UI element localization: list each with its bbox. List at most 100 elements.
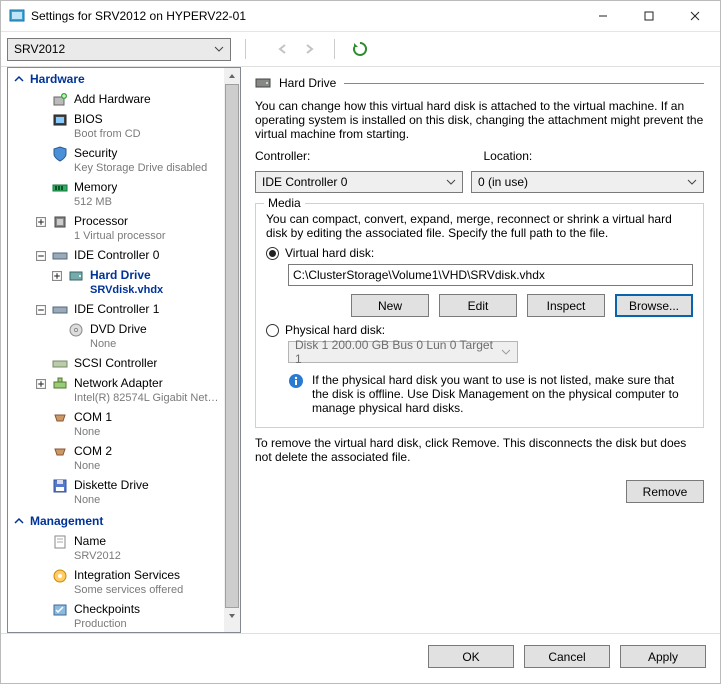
tree-sublabel: SRVdisk.vhdx: [90, 283, 163, 298]
tree-label: COM 1: [74, 410, 112, 425]
window-title: Settings for SRV2012 on HYPERV22-01: [31, 9, 246, 23]
controller-select[interactable]: IDE Controller 0: [255, 171, 463, 193]
nav-forward-button[interactable]: [298, 38, 320, 60]
tree-com1[interactable]: COM 1None: [8, 408, 224, 442]
tree-label: Diskette Drive: [74, 478, 149, 493]
checkpoints-icon: [52, 602, 68, 618]
collapse-icon[interactable]: [36, 302, 46, 317]
physical-disk-info: If the physical hard disk you want to us…: [312, 373, 693, 415]
tree-sublabel: Intel(R) 82574L Gigabit Networ...: [74, 391, 224, 406]
expand-icon[interactable]: [36, 214, 46, 229]
settings-tree: Hardware Add Hardware BIOSBoot from CD S…: [7, 67, 241, 633]
controller-icon: [52, 248, 68, 264]
settings-panel: Hard Drive You can change how this virtu…: [241, 67, 714, 633]
tree-label: Memory: [74, 180, 117, 195]
location-select[interactable]: 0 (in use): [471, 171, 704, 193]
bios-icon: [52, 112, 68, 128]
controller-label: Controller:: [255, 149, 476, 163]
tree-sublabel: Key Storage Drive disabled: [74, 161, 207, 176]
media-legend: Media: [264, 196, 305, 210]
tree-label: Processor: [74, 214, 166, 229]
add-hardware-icon: [52, 92, 68, 108]
dialog-footer: OK Cancel Apply: [1, 633, 720, 679]
panel-description: You can change how this virtual hard dis…: [255, 99, 704, 141]
tree-name[interactable]: NameSRV2012: [8, 532, 224, 566]
tree-scsi[interactable]: SCSI Controller: [8, 354, 224, 374]
tree-sublabel: Boot from CD: [74, 127, 141, 142]
integration-icon: [52, 568, 68, 584]
expand-icon[interactable]: [36, 376, 46, 391]
titlebar: Settings for SRV2012 on HYPERV22-01: [1, 1, 720, 31]
separator: [334, 39, 335, 59]
media-description: You can compact, convert, expand, merge,…: [266, 212, 693, 240]
processor-icon: [52, 214, 68, 230]
tree-hard-drive[interactable]: Hard DriveSRVdisk.vhdx: [8, 266, 224, 300]
hard-drive-icon: [68, 268, 84, 284]
cancel-button[interactable]: Cancel: [524, 645, 610, 668]
scroll-up-icon[interactable]: [224, 68, 240, 84]
expand-icon[interactable]: [52, 268, 62, 283]
chevron-down-icon: [501, 347, 511, 357]
tree-scrollbar[interactable]: [224, 68, 240, 632]
nav-back-button[interactable]: [272, 38, 294, 60]
tree-sublabel: None: [74, 425, 112, 440]
ok-button[interactable]: OK: [428, 645, 514, 668]
controller-value: IDE Controller 0: [262, 175, 347, 189]
chevron-down-icon: [214, 44, 224, 54]
tree-label: Add Hardware: [74, 92, 151, 107]
scsi-icon: [52, 356, 68, 372]
inspect-button[interactable]: Inspect: [527, 294, 605, 317]
refresh-button[interactable]: [349, 38, 371, 60]
tree-diskette[interactable]: Diskette DriveNone: [8, 476, 224, 510]
radio-icon: [266, 324, 279, 337]
tree-bios[interactable]: BIOSBoot from CD: [8, 110, 224, 144]
location-label: Location:: [484, 149, 705, 163]
category-management[interactable]: Management: [8, 510, 224, 532]
dvd-icon: [68, 322, 84, 338]
tree-ide0[interactable]: IDE Controller 0: [8, 246, 224, 266]
browse-button[interactable]: Browse...: [615, 294, 693, 317]
toolbar: SRV2012: [1, 32, 720, 66]
collapse-icon[interactable]: [36, 248, 46, 263]
panel-title: Hard Drive: [279, 76, 336, 90]
shield-icon: [52, 146, 68, 162]
tree-sublabel: Some services offered: [74, 583, 183, 598]
tree-dvd-drive[interactable]: DVD DriveNone: [8, 320, 224, 354]
vhd-path-input[interactable]: [288, 264, 693, 286]
new-button[interactable]: New: [351, 294, 429, 317]
vm-selector[interactable]: SRV2012: [7, 38, 231, 61]
radio-label: Virtual hard disk:: [285, 246, 374, 260]
edit-button[interactable]: Edit: [439, 294, 517, 317]
com-port-icon: [52, 410, 68, 426]
minimize-button[interactable]: [580, 1, 626, 31]
scrollbar-thumb[interactable]: [225, 84, 239, 608]
tree-label: COM 2: [74, 444, 112, 459]
tree-processor[interactable]: Processor1 Virtual processor: [8, 212, 224, 246]
tree-integration-services[interactable]: Integration ServicesSome services offere…: [8, 566, 224, 600]
tree-label: Integration Services: [74, 568, 183, 583]
network-icon: [52, 376, 68, 392]
radio-physical-hard-disk[interactable]: Physical hard disk:: [266, 323, 693, 337]
tree-sublabel: None: [74, 459, 112, 474]
tree-com2[interactable]: COM 2None: [8, 442, 224, 476]
tree-label: BIOS: [74, 112, 141, 127]
remove-button[interactable]: Remove: [626, 480, 704, 503]
category-hardware[interactable]: Hardware: [8, 68, 224, 90]
radio-virtual-hard-disk[interactable]: Virtual hard disk:: [266, 246, 693, 260]
tree-memory[interactable]: Memory512 MB: [8, 178, 224, 212]
tree-checkpoints[interactable]: CheckpointsProduction: [8, 600, 224, 632]
tree-network-adapter[interactable]: Network AdapterIntel(R) 82574L Gigabit N…: [8, 374, 224, 408]
tree-sublabel: None: [90, 337, 147, 352]
maximize-button[interactable]: [626, 1, 672, 31]
close-button[interactable]: [672, 1, 718, 31]
info-icon: [288, 373, 304, 389]
chevron-down-icon: [446, 177, 456, 187]
tree-ide1[interactable]: IDE Controller 1: [8, 300, 224, 320]
tree-label: Name: [74, 534, 121, 549]
remove-description: To remove the virtual hard disk, click R…: [255, 436, 704, 464]
tree-security[interactable]: SecurityKey Storage Drive disabled: [8, 144, 224, 178]
tree-add-hardware[interactable]: Add Hardware: [8, 90, 224, 110]
scroll-down-icon[interactable]: [224, 608, 240, 624]
chevron-up-icon: [14, 516, 24, 526]
apply-button[interactable]: Apply: [620, 645, 706, 668]
